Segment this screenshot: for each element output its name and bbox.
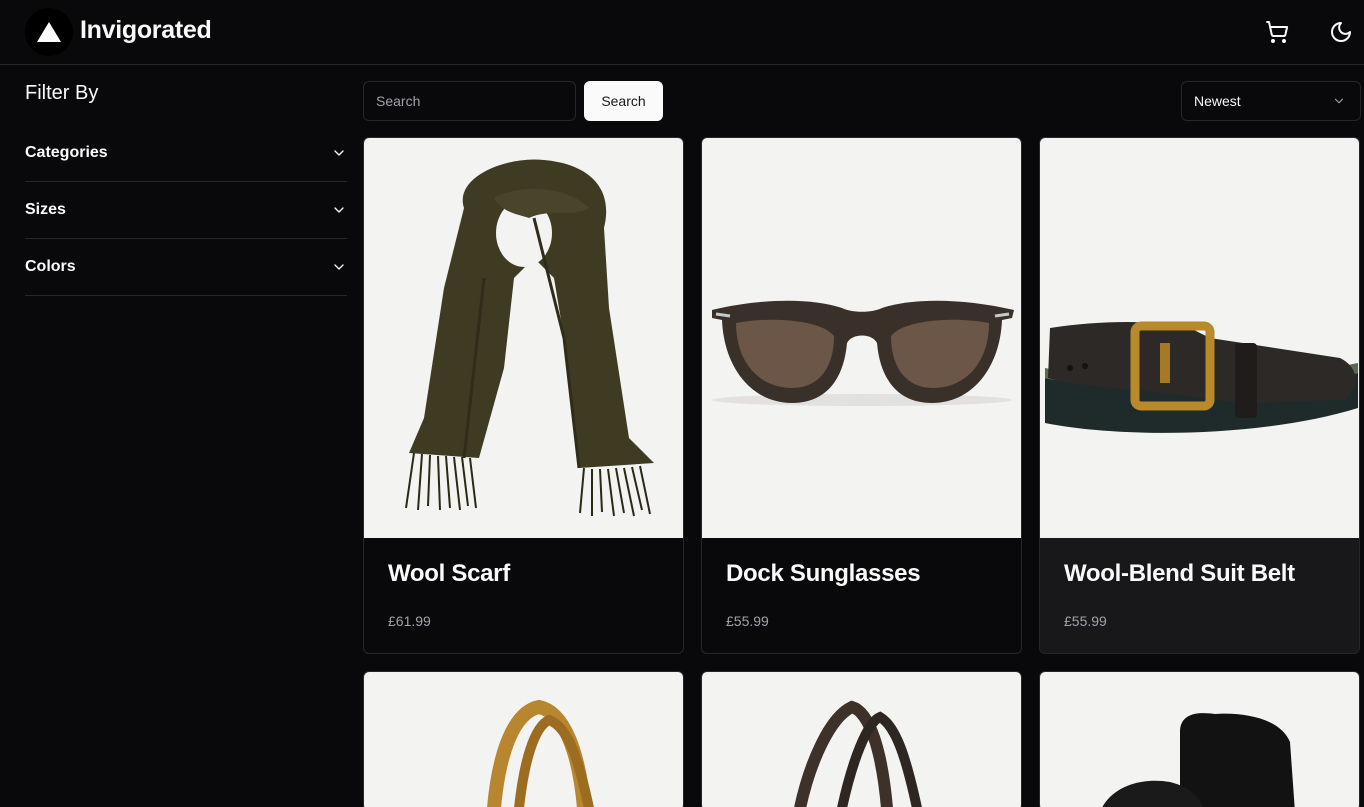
filter-categories[interactable]: Categories — [25, 125, 347, 182]
filter-label: Sizes — [25, 201, 66, 218]
filter-title: Filter By — [25, 82, 99, 104]
product-image-wool-scarf — [364, 138, 683, 538]
theme-toggle-button[interactable] — [1327, 18, 1355, 46]
product-image-tote-bag-brown — [702, 672, 1021, 807]
filter-colors[interactable]: Colors — [25, 239, 347, 296]
product-card[interactable]: Wool-Blend Suit Belt £55.99 — [1039, 137, 1360, 654]
filter-label: Categories — [25, 144, 108, 161]
filter-label: Colors — [25, 258, 76, 275]
search-button[interactable]: Search — [584, 81, 663, 121]
sort-value: Newest — [1194, 93, 1241, 109]
moon-icon — [1331, 22, 1351, 42]
product-card[interactable] — [701, 671, 1022, 807]
product-card[interactable]: Dock Sunglasses £55.99 — [701, 137, 1022, 654]
logo[interactable] — [25, 8, 73, 56]
cart-icon — [1266, 21, 1289, 43]
filter-sizes[interactable]: Sizes — [25, 182, 347, 239]
brand-name[interactable]: Invigorated — [80, 16, 212, 45]
chevron-down-icon — [334, 150, 344, 156]
product-image-mittens — [1040, 672, 1359, 807]
product-image-dock-sunglasses — [702, 138, 1021, 538]
product-card[interactable] — [1039, 671, 1360, 807]
product-price: £61.99 — [388, 613, 431, 629]
product-name: Wool Scarf — [388, 560, 510, 587]
chevron-down-icon — [1334, 98, 1344, 104]
product-name: Dock Sunglasses — [726, 560, 921, 587]
chevron-down-icon — [334, 207, 344, 213]
product-image-tote-bag — [364, 672, 683, 807]
logo-triangle-icon — [37, 22, 61, 42]
sort-select[interactable]: Newest — [1181, 81, 1361, 121]
product-card[interactable] — [363, 671, 684, 807]
cart-button[interactable] — [1263, 18, 1291, 46]
product-price: £55.99 — [726, 613, 769, 629]
product-price: £55.99 — [1064, 613, 1107, 629]
product-image-suit-belt — [1040, 138, 1359, 538]
product-card[interactable]: Wool Scarf £61.99 — [363, 137, 684, 654]
search-input[interactable] — [363, 81, 576, 121]
chevron-down-icon — [334, 264, 344, 270]
top-bar: Invigorated — [0, 0, 1364, 65]
product-name: Wool-Blend Suit Belt — [1064, 560, 1295, 587]
